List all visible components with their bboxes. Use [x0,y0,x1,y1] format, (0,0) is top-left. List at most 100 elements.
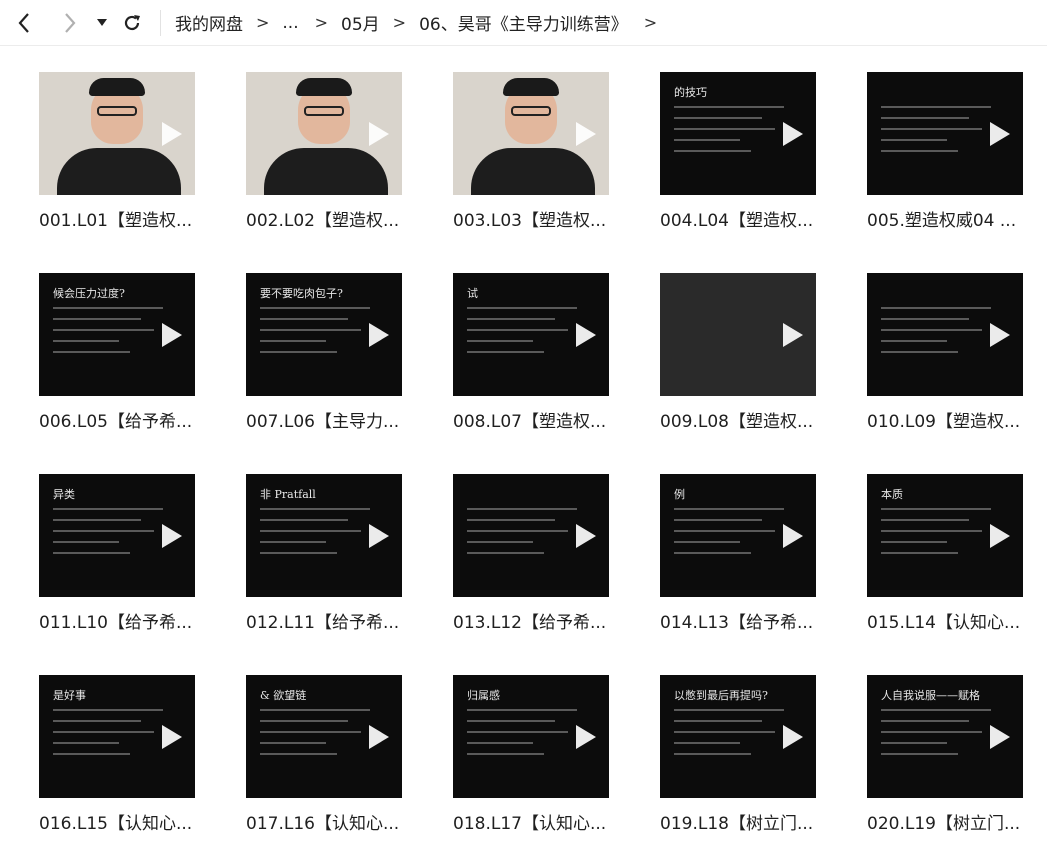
video-thumbnail[interactable]: 本质 [867,474,1023,597]
play-icon[interactable] [573,121,597,147]
video-file-item[interactable]: 002.L02【塑造权... [246,72,436,237]
video-thumbnail[interactable]: 例 [660,474,816,597]
breadcrumb-current-folder[interactable]: 06、昊哥《主导力训练营》 [419,10,628,35]
file-name[interactable]: 015.L14【认知心... [867,608,1047,633]
refresh-button[interactable] [116,7,148,39]
play-icon[interactable] [573,523,597,549]
breadcrumb-more-button[interactable]: > [644,13,657,32]
play-icon[interactable] [159,322,183,348]
video-file-item[interactable]: 的技巧 004.L04【塑造权... [660,72,850,237]
breadcrumb-root[interactable]: 我的网盘 [175,10,243,35]
file-name[interactable]: 016.L15【认知心... [39,809,239,834]
video-thumbnail[interactable]: 人自我说服——赋格 [867,675,1023,798]
video-thumbnail[interactable]: 是好事 [39,675,195,798]
slide-title: 以憋到最后再提吗? [674,689,768,702]
file-name[interactable]: 005.塑造权威04 ... [867,206,1047,231]
file-name[interactable]: 017.L16【认知心... [246,809,446,834]
video-thumbnail[interactable] [453,72,609,195]
play-icon[interactable] [366,121,390,147]
video-thumbnail[interactable]: 归属感 [453,675,609,798]
video-file-item[interactable]: 非 Pratfall 012.L11【给予希... [246,474,436,639]
video-file-item[interactable]: 本质 015.L14【认知心... [867,474,1047,639]
file-name[interactable]: 001.L01【塑造权... [39,206,239,231]
slide-text-lines [881,307,991,362]
video-thumbnail[interactable] [39,72,195,195]
video-thumbnail[interactable]: 非 Pratfall [246,474,402,597]
video-thumbnail[interactable]: 要不要吃肉包子? [246,273,402,396]
video-file-item[interactable]: 试 008.L07【塑造权... [453,273,643,438]
play-icon[interactable] [987,322,1011,348]
slide-text-lines [881,709,991,764]
play-icon[interactable] [780,121,804,147]
video-file-item[interactable]: 001.L01【塑造权... [39,72,229,237]
video-file-item[interactable]: 013.L12【给予希... [453,474,643,639]
video-file-item[interactable]: 人自我说服——赋格 020.L19【树立门... [867,675,1047,840]
play-icon[interactable] [780,724,804,750]
video-file-item[interactable]: 例 014.L13【给予希... [660,474,850,639]
play-icon[interactable] [159,724,183,750]
file-name[interactable]: 013.L12【给予希... [453,608,653,633]
file-name[interactable]: 003.L03【塑造权... [453,206,653,231]
file-name[interactable]: 019.L18【树立门... [660,809,860,834]
video-file-item[interactable]: 候会压力过度? 006.L05【给予希... [39,273,229,438]
video-file-item[interactable]: 010.L09【塑造权... [867,273,1047,438]
video-file-item[interactable]: 005.塑造权威04 ... [867,72,1047,237]
video-thumbnail[interactable]: 候会压力过度? [39,273,195,396]
chevron-right-icon [65,12,76,33]
slide-title: 要不要吃肉包子? [260,287,343,300]
play-icon[interactable] [159,523,183,549]
breadcrumb-month[interactable]: 05月 [341,10,380,35]
video-thumbnail[interactable] [867,273,1023,396]
play-icon[interactable] [159,121,183,147]
file-name[interactable]: 009.L08【塑造权... [660,407,860,432]
slide-title: 人自我说服——赋格 [881,689,980,702]
play-icon[interactable] [366,523,390,549]
file-name[interactable]: 008.L07【塑造权... [453,407,653,432]
slide-text-lines [467,709,577,764]
video-thumbnail[interactable]: 试 [453,273,609,396]
file-name[interactable]: 012.L11【给予希... [246,608,446,633]
forward-button[interactable] [54,7,86,39]
play-icon[interactable] [780,523,804,549]
breadcrumb-ellipsis[interactable]: ... [282,13,298,33]
play-icon[interactable] [366,322,390,348]
play-icon[interactable] [987,121,1011,147]
file-name[interactable]: 018.L17【认知心... [453,809,653,834]
slide-title: 例 [674,488,685,501]
slide-title: 本质 [881,488,903,501]
video-thumbnail[interactable] [246,72,402,195]
video-thumbnail[interactable]: 以憋到最后再提吗? [660,675,816,798]
file-name[interactable]: 002.L02【塑造权... [246,206,446,231]
video-thumbnail[interactable] [867,72,1023,195]
file-name[interactable]: 010.L09【塑造权... [867,407,1047,432]
play-icon[interactable] [366,724,390,750]
slide-text-lines [467,307,577,362]
file-name[interactable]: 007.L06【主导力... [246,407,446,432]
video-thumbnail[interactable]: 异类 [39,474,195,597]
file-name[interactable]: 014.L13【给予希... [660,608,860,633]
video-thumbnail[interactable] [660,273,816,396]
file-name[interactable]: 011.L10【给予希... [39,608,239,633]
slide-text-lines [674,106,784,161]
play-icon[interactable] [573,322,597,348]
video-file-item[interactable]: & 欲望链 017.L16【认知心... [246,675,436,840]
video-file-item[interactable]: 009.L08【塑造权... [660,273,850,438]
video-file-item[interactable]: 归属感 018.L17【认知心... [453,675,643,840]
play-icon[interactable] [987,724,1011,750]
video-file-item[interactable]: 003.L03【塑造权... [453,72,643,237]
video-file-item[interactable]: 以憋到最后再提吗? 019.L18【树立门... [660,675,850,840]
file-name[interactable]: 020.L19【树立门... [867,809,1047,834]
video-thumbnail[interactable]: 的技巧 [660,72,816,195]
play-icon[interactable] [987,523,1011,549]
video-file-item[interactable]: 异类 011.L10【给予希... [39,474,229,639]
video-thumbnail[interactable] [453,474,609,597]
video-file-item[interactable]: 是好事 016.L15【认知心... [39,675,229,840]
back-button[interactable] [8,7,40,39]
file-name[interactable]: 004.L04【塑造权... [660,206,860,231]
play-icon[interactable] [573,724,597,750]
play-icon[interactable] [780,322,804,348]
video-file-item[interactable]: 要不要吃肉包子? 007.L06【主导力... [246,273,436,438]
video-thumbnail[interactable]: & 欲望链 [246,675,402,798]
file-name[interactable]: 006.L05【给予希... [39,407,239,432]
history-dropdown-button[interactable] [92,7,112,39]
